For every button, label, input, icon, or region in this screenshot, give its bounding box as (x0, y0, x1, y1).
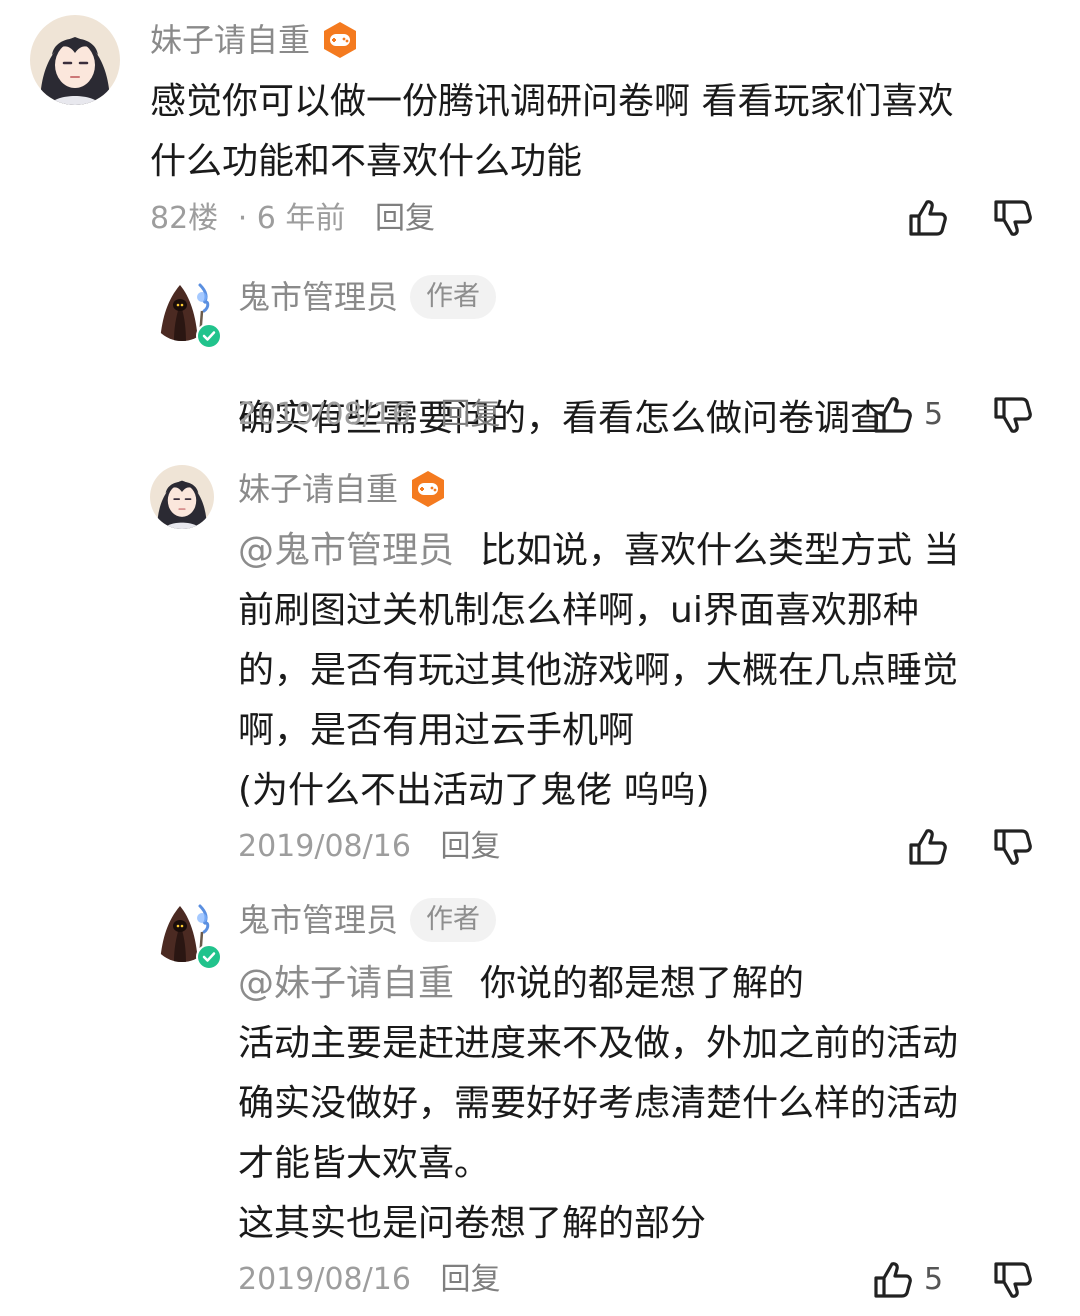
author-tag: 作者 (410, 275, 496, 319)
username[interactable]: 鬼市管理员 (238, 277, 398, 317)
like-button[interactable]: 5 (870, 1258, 943, 1302)
thumbs-up-icon (870, 393, 914, 437)
timestamp: 2019/08/16 (238, 397, 411, 432)
reply-body: 你说的都是想了解的 活动主要是赶进度来不及做，外加之前的活动 确实没做好，需要好… (238, 963, 959, 1244)
verified-check-icon (196, 323, 222, 349)
reply-item: 鬼市管理员 作者 确实有些需要问的，看看怎么做问卷调查 2019/08/16 回… (0, 255, 1080, 455)
like-count: 5 (924, 1262, 944, 1297)
dislike-button[interactable] (990, 1258, 1034, 1302)
avatar[interactable] (30, 15, 120, 105)
dislike-button[interactable] (990, 825, 1034, 869)
like-button[interactable] (905, 196, 959, 240)
comment-text: 感觉你可以做一份腾讯调研问卷啊 看看玩家们喜欢 什么功能和不喜欢什么功能 (150, 81, 954, 182)
thumbs-down-icon (990, 1258, 1034, 1302)
username[interactable]: 妹子请自重 (238, 469, 398, 509)
dislike-button[interactable] (990, 196, 1034, 240)
like-button[interactable] (905, 825, 959, 869)
timestamp: 2019/08/16 (238, 829, 411, 864)
thumbs-down-icon (990, 393, 1034, 437)
reply-button[interactable]: 回复 (375, 201, 435, 236)
reply-meta: 2019/08/16 回复 (238, 395, 500, 435)
thumbs-up-icon (870, 1258, 914, 1302)
mention-link[interactable]: @鬼市管理员 (238, 530, 454, 571)
floor-number: 82楼 (150, 201, 219, 236)
dislike-button[interactable] (990, 393, 1034, 437)
username[interactable]: 鬼市管理员 (238, 900, 398, 940)
thumbs-down-icon (990, 196, 1034, 240)
comment-main: 妹子请自重 感觉你可以做一份腾讯调研问卷啊 看看玩家们喜欢 什么功能和不喜欢什么… (0, 0, 1080, 255)
username[interactable]: 妹子请自重 (150, 20, 310, 60)
reply-button[interactable]: 回复 (440, 829, 500, 864)
comment-meta: 82楼 · 6 年前 回复 (150, 199, 435, 239)
reply-button[interactable]: 回复 (440, 1262, 500, 1297)
thumbs-up-icon (905, 825, 949, 869)
reply-meta: 2019/08/16 回复 (238, 1260, 500, 1300)
timestamp: 2019/08/16 (238, 1262, 411, 1297)
reply-item: 妹子请自重 @鬼市管理员 比如说，喜欢什么类型方式 当 前刷图过关机制怎么样啊，u… (0, 455, 1080, 880)
avatar[interactable] (150, 465, 214, 529)
verified-check-icon (196, 944, 222, 970)
reply-body: 比如说，喜欢什么类型方式 当 前刷图过关机制怎么样啊，ui界面喜欢那种 的，是否… (238, 530, 960, 811)
like-button[interactable]: 5 (870, 393, 943, 437)
mention-link[interactable]: @妹子请自重 (238, 963, 454, 1004)
reply-item: 鬼市管理员 作者 @妹子请自重 你说的都是想了解的 活动主要是赶进度来不及做，外加… (0, 880, 1080, 1316)
game-controller-badge-icon (320, 20, 360, 60)
timestamp: · 6 年前 (237, 201, 346, 236)
reply-meta: 2019/08/16 回复 (238, 827, 500, 867)
reply-text: @妹子请自重 你说的都是想了解的 活动主要是赶进度来不及做，外加之前的活动 确实没… (238, 954, 1038, 1254)
author-tag: 作者 (410, 898, 496, 942)
reply-text: @鬼市管理员 比如说，喜欢什么类型方式 当 前刷图过关机制怎么样啊，ui界面喜欢那… (238, 521, 1038, 821)
like-count: 5 (924, 397, 944, 432)
game-controller-badge-icon (408, 469, 448, 509)
thumbs-down-icon (990, 825, 1034, 869)
thumbs-up-icon (905, 196, 949, 240)
reply-button[interactable]: 回复 (440, 397, 500, 432)
